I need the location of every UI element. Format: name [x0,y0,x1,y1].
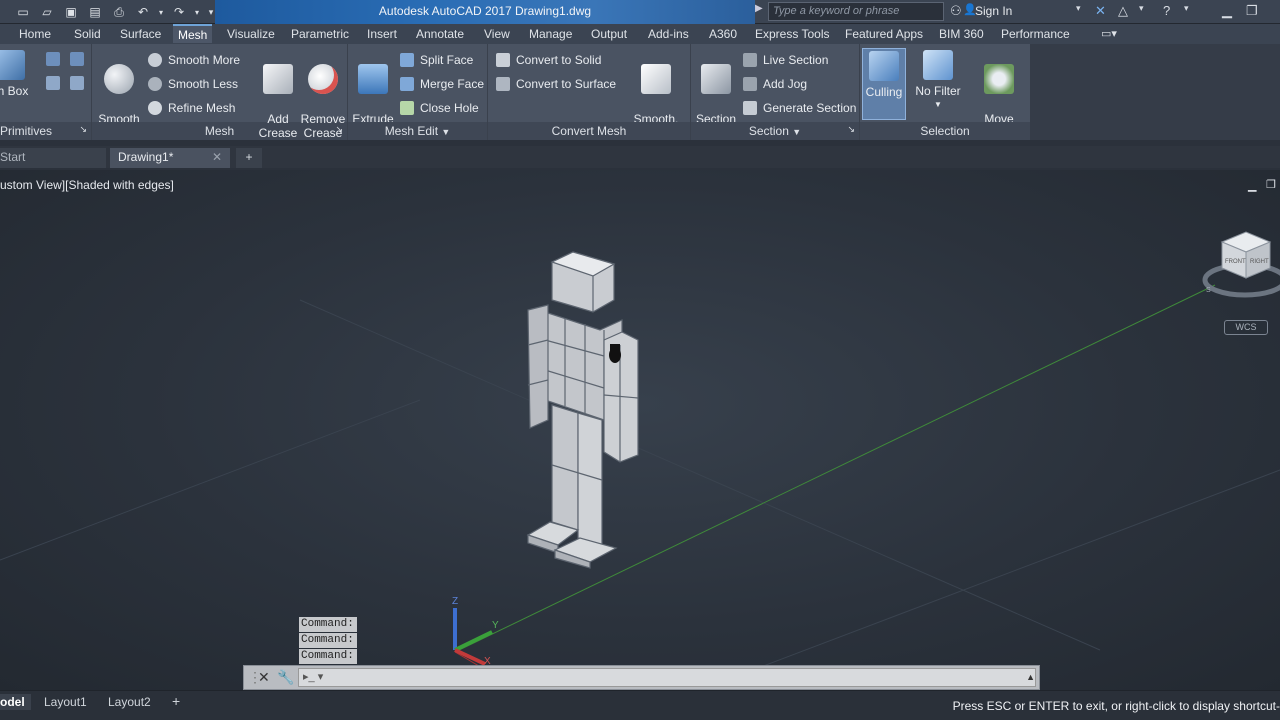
status-message: Press ESC or ENTER to exit, or right-cli… [952,699,1280,713]
tab-layout1[interactable]: Layout1 [38,694,93,710]
add-layout-button[interactable]: + [166,692,186,710]
viewcube[interactable]: FRONT RIGHT S [1200,228,1280,318]
pan-cursor-icon [609,344,621,363]
viewcube-right-label: RIGHT [1250,259,1269,265]
command-customize-icon[interactable]: 🔧 [277,669,294,686]
mesh-figure[interactable] [526,251,639,569]
status-bar: odel Layout1 Layout2 + Press ESC or ENTE… [0,690,1280,720]
tab-layout2[interactable]: Layout2 [102,694,157,710]
figure-left-arm[interactable] [527,304,549,429]
command-history-line: Command: [299,633,357,648]
command-history: Command: Command: Command: [299,617,357,665]
tab-model[interactable]: odel [0,694,31,710]
command-history-toggle-icon[interactable]: ▲ [1026,672,1035,682]
model-space: Z Y X [0,251,1280,690]
command-close-icon[interactable]: ✕ [258,669,270,686]
svg-text:Z: Z [452,596,458,607]
command-prompt-icon[interactable]: ▸_ ▾ [303,670,323,683]
grid-lines [0,299,1280,690]
viewcube-front-label: FRONT [1225,259,1246,265]
ucs-menu-button[interactable]: WCS [1224,320,1268,335]
compass-s-label: S [1206,287,1211,294]
figure-left-leg[interactable] [551,404,579,531]
svg-text:Y: Y [492,620,499,631]
command-line: ⋮ ✕ 🔧 ▸_ ▾ ▲ [243,665,1040,690]
command-input[interactable]: ▸_ ▾ [298,668,1036,687]
command-history-line: Command: [299,617,357,632]
ucs-icon: Z Y X [452,596,499,667]
command-history-line: Command: [299,649,357,664]
